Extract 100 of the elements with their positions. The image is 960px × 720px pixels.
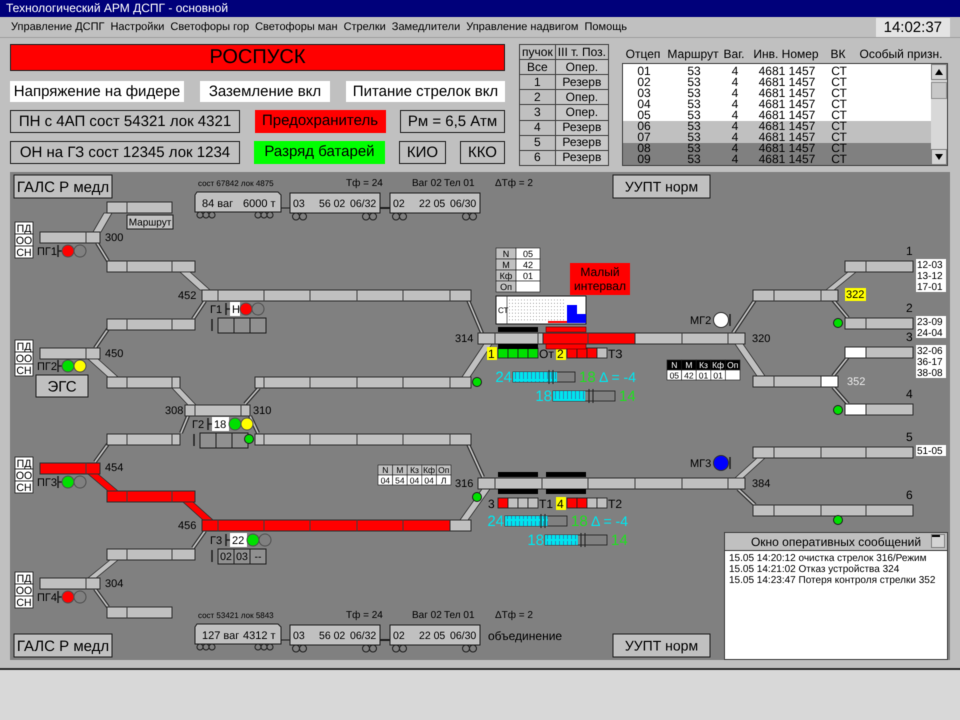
mode-key[interactable]: ОО — [14, 584, 34, 597]
scroll-down-icon[interactable] — [931, 149, 947, 165]
menu-item[interactable]: Стрелки — [340, 21, 389, 33]
mode-button[interactable]: Резерв — [555, 74, 608, 90]
track-section[interactable] — [752, 290, 838, 302]
track-section[interactable] — [752, 504, 914, 516]
switch-number[interactable]: 384 — [752, 478, 770, 490]
track-section[interactable] — [106, 606, 172, 618]
menu-item[interactable]: Светофоры гор — [167, 21, 252, 33]
command-button[interactable]: ККО — [460, 141, 505, 164]
track-section[interactable] — [106, 260, 196, 272]
switch-number[interactable]: 450 — [105, 348, 124, 360]
command-button[interactable]: ОН на ГЗ сост 12345 лок 1234 — [10, 141, 240, 164]
signal-mast — [57, 591, 62, 603]
minimize-button[interactable] — [931, 534, 945, 548]
mode-key[interactable]: ОО — [14, 234, 34, 247]
switch-number[interactable]: 304 — [105, 578, 124, 590]
mode-button[interactable]: Опер. — [555, 104, 608, 120]
track-section[interactable] — [86, 474, 196, 502]
signal-mast — [225, 303, 230, 315]
mode-button[interactable]: Опер. — [555, 90, 608, 105]
mode-key[interactable]: ПД — [14, 222, 34, 235]
table-cell-text: 4 — [730, 121, 740, 132]
switch-number[interactable]: 310 — [253, 405, 272, 417]
menu-item[interactable]: Помощь — [581, 21, 630, 33]
control-button[interactable]: УУПТ норм — [612, 174, 710, 198]
cut-row[interactable]: 08 53 4 4681 1457 СТ — [623, 143, 931, 154]
menu-item[interactable]: Замедлители — [388, 21, 464, 33]
track-section[interactable] — [106, 548, 196, 560]
menu-item[interactable]: Светофоры ман — [252, 21, 341, 33]
mode-key[interactable]: СН — [14, 480, 34, 494]
mode-button[interactable]: Опер. — [555, 60, 608, 75]
switch-number[interactable]: 454 — [105, 462, 124, 474]
signal-lamp[interactable] — [74, 360, 86, 372]
train-caption: сост 67842 лок 4875 — [198, 179, 274, 188]
mode-button[interactable]: Резерв — [555, 150, 608, 166]
signal-lamp[interactable] — [240, 418, 254, 430]
track-section[interactable] — [92, 202, 172, 232]
cut-row[interactable]: 07 53 4 4681 1457 СТ — [623, 132, 931, 143]
control-button[interactable]: УУПТ норм — [612, 634, 710, 658]
scroll-up-icon[interactable] — [931, 64, 947, 80]
mode-key[interactable]: ПД — [14, 572, 34, 585]
track-section[interactable] — [734, 446, 914, 478]
status-indicator: Заземление вкл — [200, 81, 330, 102]
cut-row[interactable]: 06 53 4 4681 1457 СТ — [623, 121, 931, 132]
track-section[interactable] — [40, 462, 100, 474]
control-button[interactable]: ГАЛС Р медл — [14, 634, 112, 658]
track-section[interactable] — [178, 272, 472, 302]
track-section[interactable] — [40, 348, 100, 360]
control-button[interactable]: ГАЛС Р медл — [14, 174, 112, 198]
mode-key[interactable]: СН — [14, 246, 34, 259]
switch-number[interactable]: 456 — [178, 520, 196, 532]
card-field-name: N — [666, 360, 682, 370]
signal-lamp[interactable] — [713, 312, 729, 328]
retarder-number: 3 — [488, 497, 495, 511]
mode-key[interactable]: ПД — [14, 340, 34, 353]
mode-button[interactable]: Резерв — [555, 120, 608, 136]
switch-number[interactable]: 300 — [105, 232, 124, 244]
scroll-thumb[interactable] — [931, 82, 947, 99]
track-section[interactable] — [86, 358, 180, 388]
control-button[interactable]: ЭГС — [36, 374, 88, 398]
control-button[interactable]: Маршрут — [126, 214, 174, 230]
table-cell: 6 — [520, 150, 556, 166]
menu-item[interactable]: Настройки — [107, 21, 168, 33]
switch-number[interactable]: 322 — [845, 288, 866, 301]
track-number: 3 — [906, 330, 913, 344]
menu-item[interactable]: Управление надвигом — [463, 21, 582, 33]
wagon-label: 22 05 — [419, 630, 446, 642]
signal-lamp[interactable] — [246, 534, 260, 546]
menu-item[interactable]: Управление ДСПГ — [8, 21, 108, 33]
command-button[interactable]: КИО — [399, 141, 446, 164]
signal-lamp[interactable] — [228, 418, 242, 430]
wagon-label: 02 — [393, 198, 405, 210]
mode-key[interactable]: ОО — [14, 352, 34, 365]
switch-number[interactable]: 314 — [455, 333, 474, 345]
cut-row[interactable]: 09 53 4 4681 1457 СТ — [623, 154, 931, 165]
wagon-label: 06/32 — [350, 630, 376, 642]
command-button[interactable]: Рм = 6,5 Атм — [400, 110, 505, 133]
mode-key[interactable]: СН — [14, 596, 34, 609]
destination-code: 38-08 — [916, 367, 946, 379]
retarder-number: 1 — [487, 347, 497, 361]
mode-key[interactable]: СН — [14, 364, 34, 377]
mode-key[interactable]: ПД — [14, 456, 34, 470]
switch-number[interactable]: 452 — [178, 290, 196, 302]
track-section[interactable] — [40, 232, 100, 244]
table-cell-text: 4681 1457 — [758, 66, 816, 77]
command-button[interactable]: ПН с 4АП сост 54321 лок 4321 — [10, 110, 240, 133]
switch-number[interactable]: 316 — [455, 478, 474, 490]
switch-link — [466, 299, 484, 334]
switch-number[interactable]: 308 — [165, 405, 184, 417]
mode-button[interactable]: Резерв — [555, 135, 608, 150]
scrollbar[interactable] — [931, 64, 947, 165]
mode-key[interactable]: ОО — [14, 468, 34, 482]
track-section[interactable] — [106, 318, 196, 330]
signal-lamp[interactable] — [240, 302, 252, 316]
table-cell: 4 — [520, 120, 556, 136]
signal-label: Г2 — [192, 419, 204, 431]
track-section[interactable] — [824, 260, 914, 290]
track-section[interactable] — [106, 434, 180, 446]
switch-number[interactable]: 320 — [752, 333, 770, 345]
